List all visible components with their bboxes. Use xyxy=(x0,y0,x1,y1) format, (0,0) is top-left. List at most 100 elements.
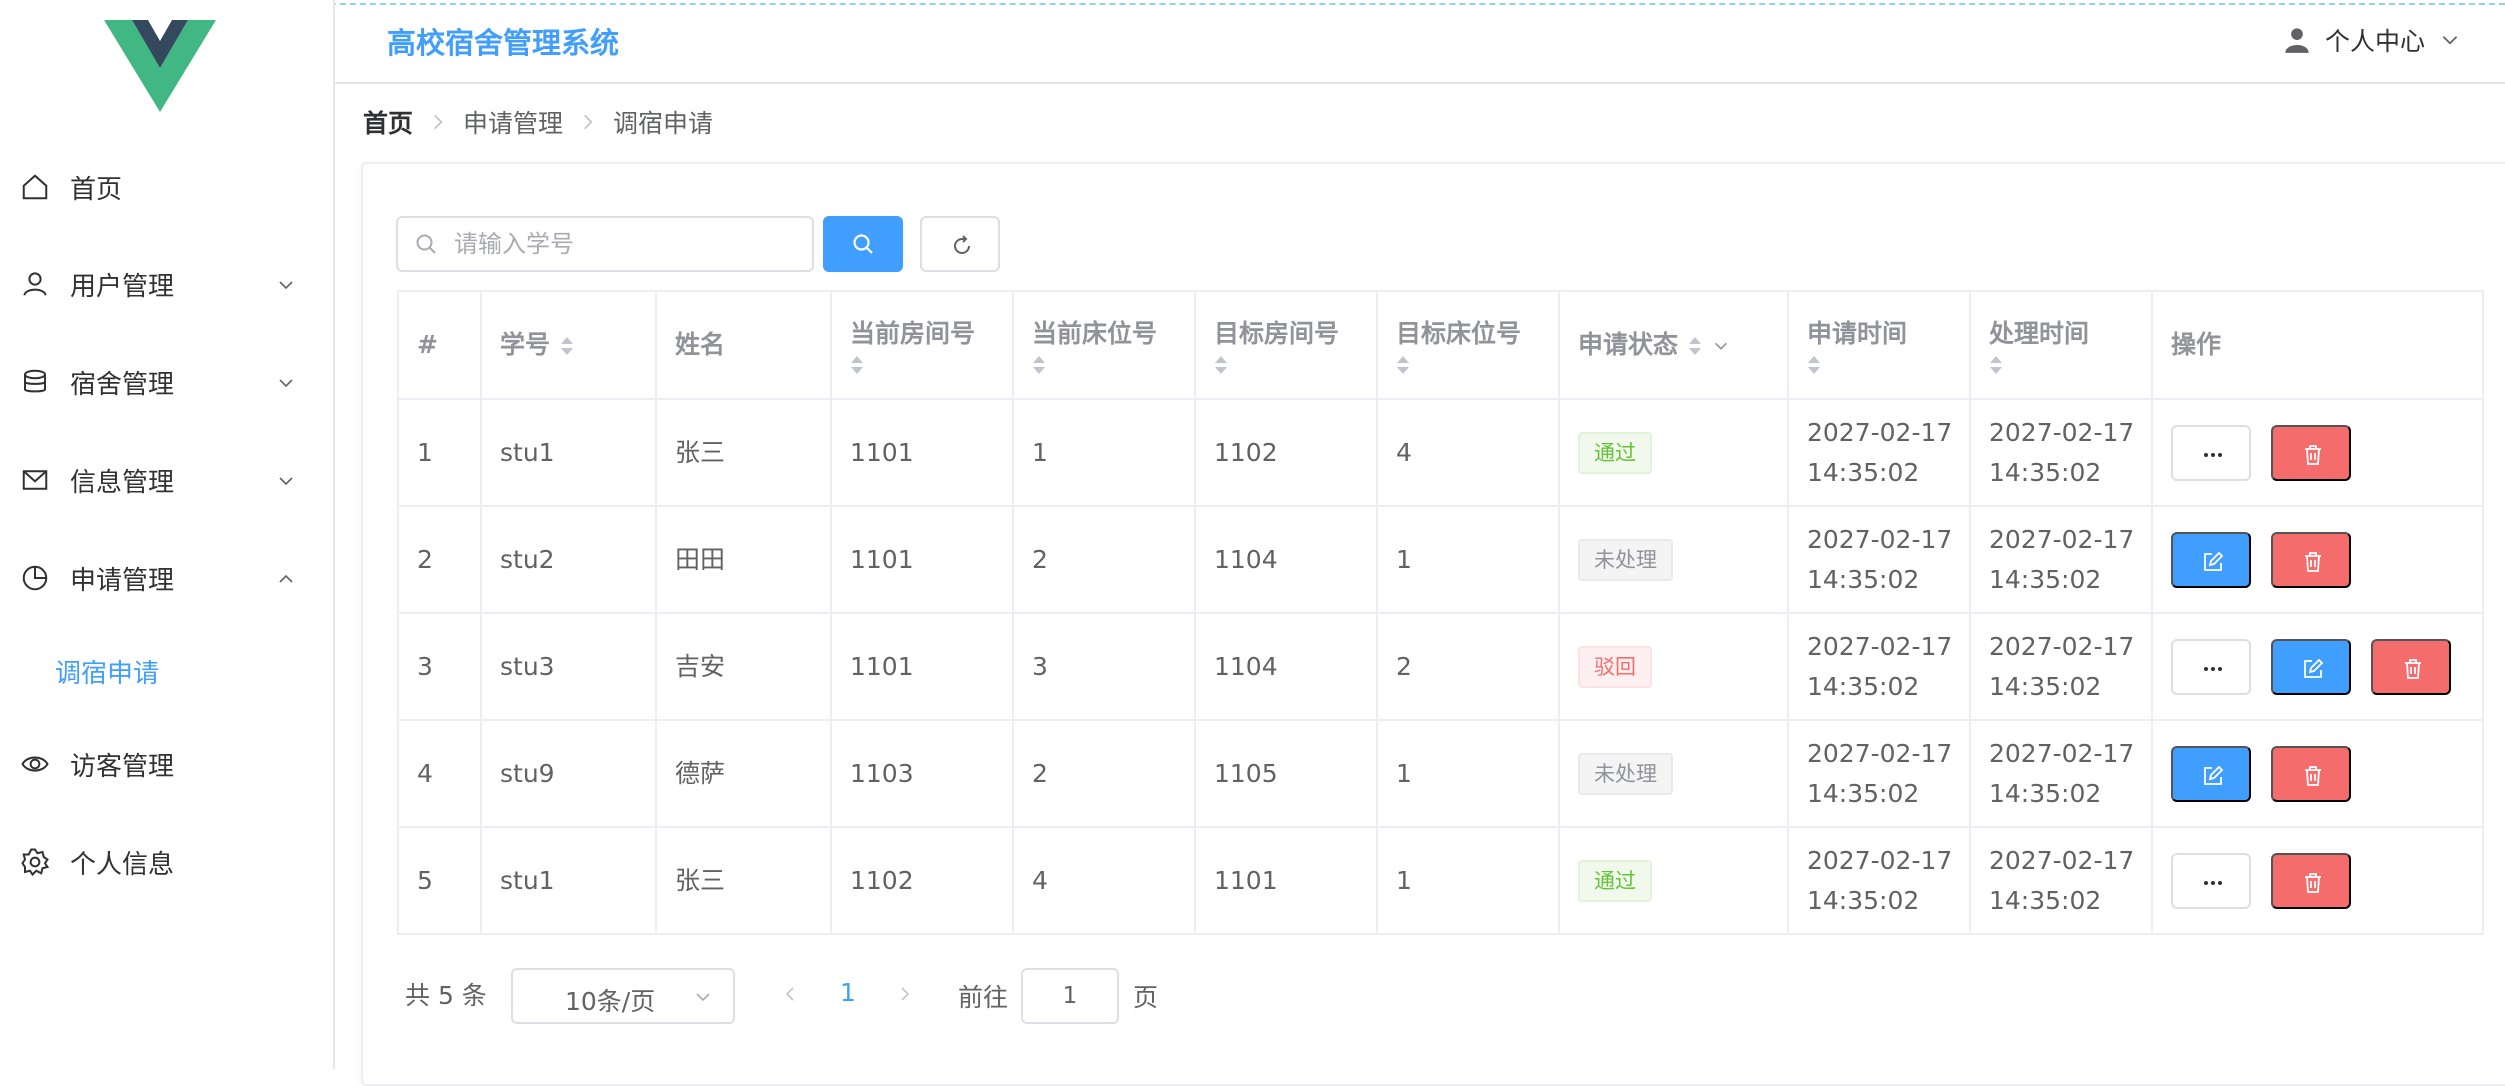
cell-status: 未处理 xyxy=(1558,719,1789,828)
delete-button[interactable] xyxy=(2271,745,2351,802)
table-header-row: # 学号 姓名 当前房间号 当前床位号 目标房间号 目标床位号 申请状态 申请时… xyxy=(397,290,2484,400)
cell-current-bed: 1 xyxy=(1012,398,1196,507)
cell-current-bed: 2 xyxy=(1012,505,1196,614)
cell-index: 3 xyxy=(397,612,482,721)
cell-name: 德萨 xyxy=(655,719,832,828)
column-header-current-bed[interactable]: 当前床位号 xyxy=(1012,290,1196,400)
cell-actions xyxy=(2151,826,2484,935)
trash-icon xyxy=(2305,872,2321,893)
current-page[interactable]: 1 xyxy=(840,978,856,1007)
cell-student-id: stu9 xyxy=(480,719,657,828)
sidebar-item-profile[interactable]: 个人信息 xyxy=(0,832,333,892)
cell-process-time: 2027-02-17 14:35:02 xyxy=(1969,719,2153,828)
sidebar-item-label: 首页 xyxy=(70,174,123,205)
cell-current-room: 1101 xyxy=(830,398,1014,507)
status-badge: 通过 xyxy=(1578,859,1652,902)
cell-student-id: stu3 xyxy=(480,612,657,721)
cell-student-id: stu2 xyxy=(480,505,657,614)
page-size-select[interactable]: 10条/页 xyxy=(511,968,735,1024)
chevron-down-icon xyxy=(279,379,293,388)
column-header-current-room[interactable]: 当前房间号 xyxy=(830,290,1014,400)
sort-icon[interactable] xyxy=(1989,354,2003,376)
sidebar-item-users[interactable]: 用户管理 xyxy=(0,254,333,314)
goto-page-input[interactable] xyxy=(1021,968,1119,1024)
sort-icon[interactable] xyxy=(1214,354,1228,376)
sort-icon[interactable] xyxy=(1688,335,1702,357)
cell-apply-time: 2027-02-17 14:35:02 xyxy=(1787,612,1971,721)
delete-button[interactable] xyxy=(2271,424,2351,481)
more-icon xyxy=(2204,880,2222,885)
cell-process-time: 2027-02-17 14:35:02 xyxy=(1969,826,2153,935)
sidebar-item-label: 宿舍管理 xyxy=(70,369,175,400)
sidebar-item-label: 访客管理 xyxy=(70,751,175,782)
cell-name: 吉安 xyxy=(655,612,832,721)
search-button[interactable] xyxy=(823,216,903,272)
chevron-down-icon xyxy=(279,281,293,290)
cell-actions xyxy=(2151,398,2484,507)
sort-icon[interactable] xyxy=(1807,354,1821,376)
cell-current-room: 1103 xyxy=(830,719,1014,828)
sidebar-subitem-room-change[interactable]: 调宿申请 xyxy=(0,641,333,701)
cell-apply-time: 2027-02-17 14:35:02 xyxy=(1787,826,1971,935)
delete-button[interactable] xyxy=(2271,531,2351,588)
sort-icon[interactable] xyxy=(1032,354,1046,376)
sort-icon[interactable] xyxy=(560,335,574,357)
user-menu[interactable]: 个人中心 xyxy=(2283,22,2461,58)
eye-icon xyxy=(21,756,49,772)
column-header-student-id[interactable]: 学号 xyxy=(480,290,657,400)
more-button[interactable] xyxy=(2171,638,2251,695)
cell-target-bed: 1 xyxy=(1376,826,1560,935)
delete-button[interactable] xyxy=(2271,852,2351,909)
top-header: 高校宿舍管理系统 个人中心 xyxy=(335,0,2505,84)
sort-icon[interactable] xyxy=(1396,354,1410,376)
cell-target-room: 1101 xyxy=(1194,826,1378,935)
more-button[interactable] xyxy=(2171,852,2251,909)
next-page-icon[interactable] xyxy=(895,984,915,1004)
sort-icon[interactable] xyxy=(850,354,864,376)
edit-icon xyxy=(2304,658,2324,678)
sidebar-item-dorms[interactable]: 宿舍管理 xyxy=(0,352,333,412)
column-header-target-bed[interactable]: 目标床位号 xyxy=(1376,290,1560,400)
cell-process-time: 2027-02-17 14:35:02 xyxy=(1969,612,2153,721)
sidebar-item-messages[interactable]: 信息管理 xyxy=(0,450,333,510)
status-badge: 未处理 xyxy=(1578,538,1673,581)
gear-icon xyxy=(21,848,50,877)
breadcrumb-parent: 申请管理 xyxy=(463,109,564,138)
cell-target-bed: 2 xyxy=(1376,612,1560,721)
column-header-target-room[interactable]: 目标房间号 xyxy=(1194,290,1378,400)
user-icon xyxy=(23,272,47,296)
edit-button[interactable] xyxy=(2171,745,2251,802)
column-header-process-time[interactable]: 处理时间 xyxy=(1969,290,2153,400)
cell-process-time: 2027-02-17 14:35:02 xyxy=(1969,505,2153,614)
more-icon xyxy=(2204,452,2222,457)
column-header-index: # xyxy=(397,290,482,400)
more-icon xyxy=(2204,666,2222,671)
delete-button[interactable] xyxy=(2371,638,2451,695)
column-header-apply-time[interactable]: 申请时间 xyxy=(1787,290,1971,400)
trash-icon xyxy=(2405,658,2421,679)
table-row: 4 stu9 德萨 1103 2 1105 1 未处理 2027-02-17 14… xyxy=(397,719,2484,828)
page-size-value: 10条/页 xyxy=(565,987,656,1016)
pagination-total: 共 5 条 xyxy=(405,981,487,1010)
breadcrumb-home[interactable]: 首页 xyxy=(363,104,413,140)
chevron-down-icon xyxy=(696,993,710,1002)
cell-index: 2 xyxy=(397,505,482,614)
prev-page-icon[interactable] xyxy=(780,984,800,1004)
cell-index: 4 xyxy=(397,719,482,828)
edit-button[interactable] xyxy=(2171,531,2251,588)
search-input[interactable] xyxy=(396,216,814,272)
filter-chevron-icon[interactable] xyxy=(1712,337,1730,355)
sidebar-item-visitors[interactable]: 访客管理 xyxy=(0,734,333,794)
status-badge: 未处理 xyxy=(1578,752,1673,795)
edit-button[interactable] xyxy=(2271,638,2351,695)
table-row: 5 stu1 张三 1102 4 1101 1 通过 2027-02-17 14:… xyxy=(397,826,2484,935)
more-button[interactable] xyxy=(2171,424,2251,481)
cell-status: 驳回 xyxy=(1558,612,1789,721)
cell-status: 未处理 xyxy=(1558,505,1789,614)
reset-button[interactable] xyxy=(920,216,1000,272)
sidebar-item-label: 申请管理 xyxy=(70,565,175,596)
sidebar-item-home[interactable]: 首页 xyxy=(0,157,333,217)
sidebar-item-applications[interactable]: 申请管理 xyxy=(0,548,333,608)
column-header-status[interactable]: 申请状态 xyxy=(1558,290,1789,400)
status-badge: 通过 xyxy=(1578,431,1652,474)
